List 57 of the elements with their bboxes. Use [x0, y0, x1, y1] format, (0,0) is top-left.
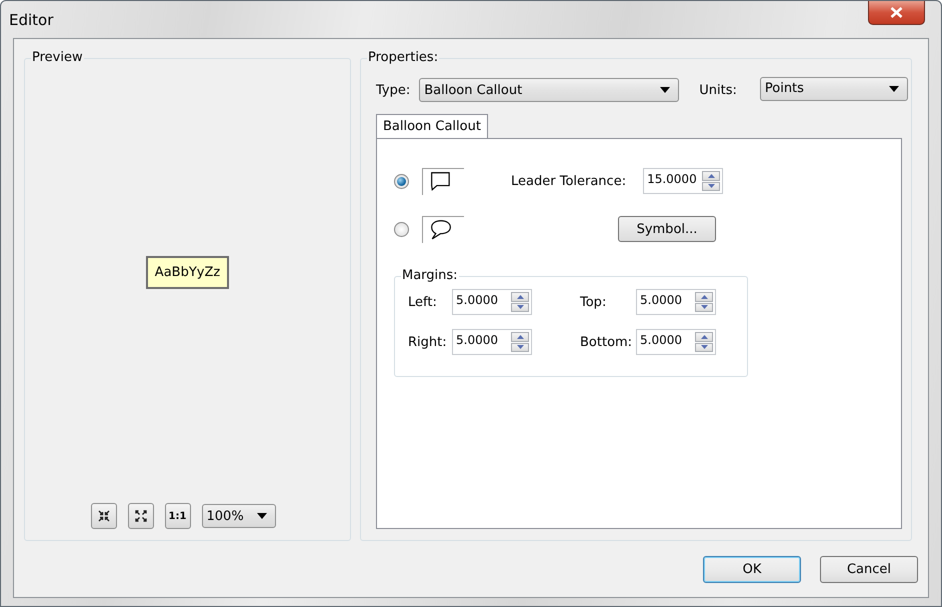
spin-down-button[interactable]	[511, 302, 529, 312]
close-button[interactable]	[868, 1, 925, 25]
up-arrow-icon	[516, 294, 524, 299]
close-icon	[890, 7, 903, 18]
down-arrow-icon	[708, 184, 715, 188]
tab[interactable]: Balloon Callout	[376, 114, 488, 138]
spin-down-button[interactable]	[695, 302, 713, 312]
type-label: Type:	[376, 82, 410, 98]
spin-up-button[interactable]	[695, 332, 713, 342]
dialog-button[interactable]: OK	[703, 556, 801, 583]
margin-label: Left:	[408, 294, 438, 310]
units-label: Units:	[699, 82, 737, 98]
group-title: Properties:	[367, 50, 440, 65]
up-arrow-icon	[516, 334, 524, 339]
dropdown[interactable]: Points	[760, 76, 908, 100]
symbol-button[interactable]: Symbol...	[618, 216, 716, 242]
number-field[interactable]: 5.0000	[452, 329, 532, 355]
down-arrow-icon	[516, 305, 524, 310]
radio-button[interactable]	[394, 222, 409, 236]
leader-tolerance-label: Leader Tolerance:	[511, 174, 626, 188]
actual-size-button[interactable]: 1:1	[164, 503, 190, 529]
up-arrow-icon	[708, 174, 715, 178]
sample-text: AaBbYyZz	[146, 256, 229, 289]
caret-icon	[256, 513, 266, 519]
number-field[interactable]: 15.0000	[643, 168, 724, 194]
margin-label: Top:	[580, 294, 608, 310]
radio-button[interactable]	[394, 174, 409, 188]
group-title: Margins:	[401, 268, 459, 283]
number-field[interactable]: 5.0000	[636, 289, 716, 315]
caret-icon	[660, 87, 670, 93]
up-arrow-icon	[700, 334, 708, 339]
spin-down-button[interactable]	[702, 182, 720, 191]
zoom-out-button[interactable]	[128, 503, 154, 529]
spin-up-button[interactable]	[695, 292, 713, 302]
number-field[interactable]: 5.0000	[636, 329, 716, 355]
arrows-inward-icon	[98, 510, 110, 522]
arrows-outward-icon	[134, 510, 146, 522]
spin-up-button[interactable]	[511, 332, 529, 342]
margin-label: Right:	[408, 334, 448, 350]
spin-up-button[interactable]	[702, 171, 720, 180]
spin-down-button[interactable]	[695, 342, 713, 352]
spin-down-button[interactable]	[511, 342, 529, 352]
speech-bubble-icon	[429, 171, 453, 192]
down-arrow-icon	[700, 305, 708, 310]
speech-bubble-icon	[429, 219, 453, 240]
dialog-button[interactable]: Cancel	[820, 556, 918, 583]
down-arrow-icon	[700, 345, 708, 350]
spin-up-button[interactable]	[511, 292, 529, 302]
down-arrow-icon	[516, 345, 524, 350]
margin-label: Bottom:	[580, 334, 634, 350]
zoom-in-button[interactable]	[90, 503, 116, 529]
dropdown[interactable]: 100%	[202, 504, 276, 528]
dropdown[interactable]: Balloon Callout	[419, 78, 680, 102]
caret-icon	[888, 86, 899, 92]
up-arrow-icon	[700, 294, 708, 299]
window-title: Editor	[9, 11, 54, 29]
number-field[interactable]: 5.0000	[452, 289, 532, 315]
